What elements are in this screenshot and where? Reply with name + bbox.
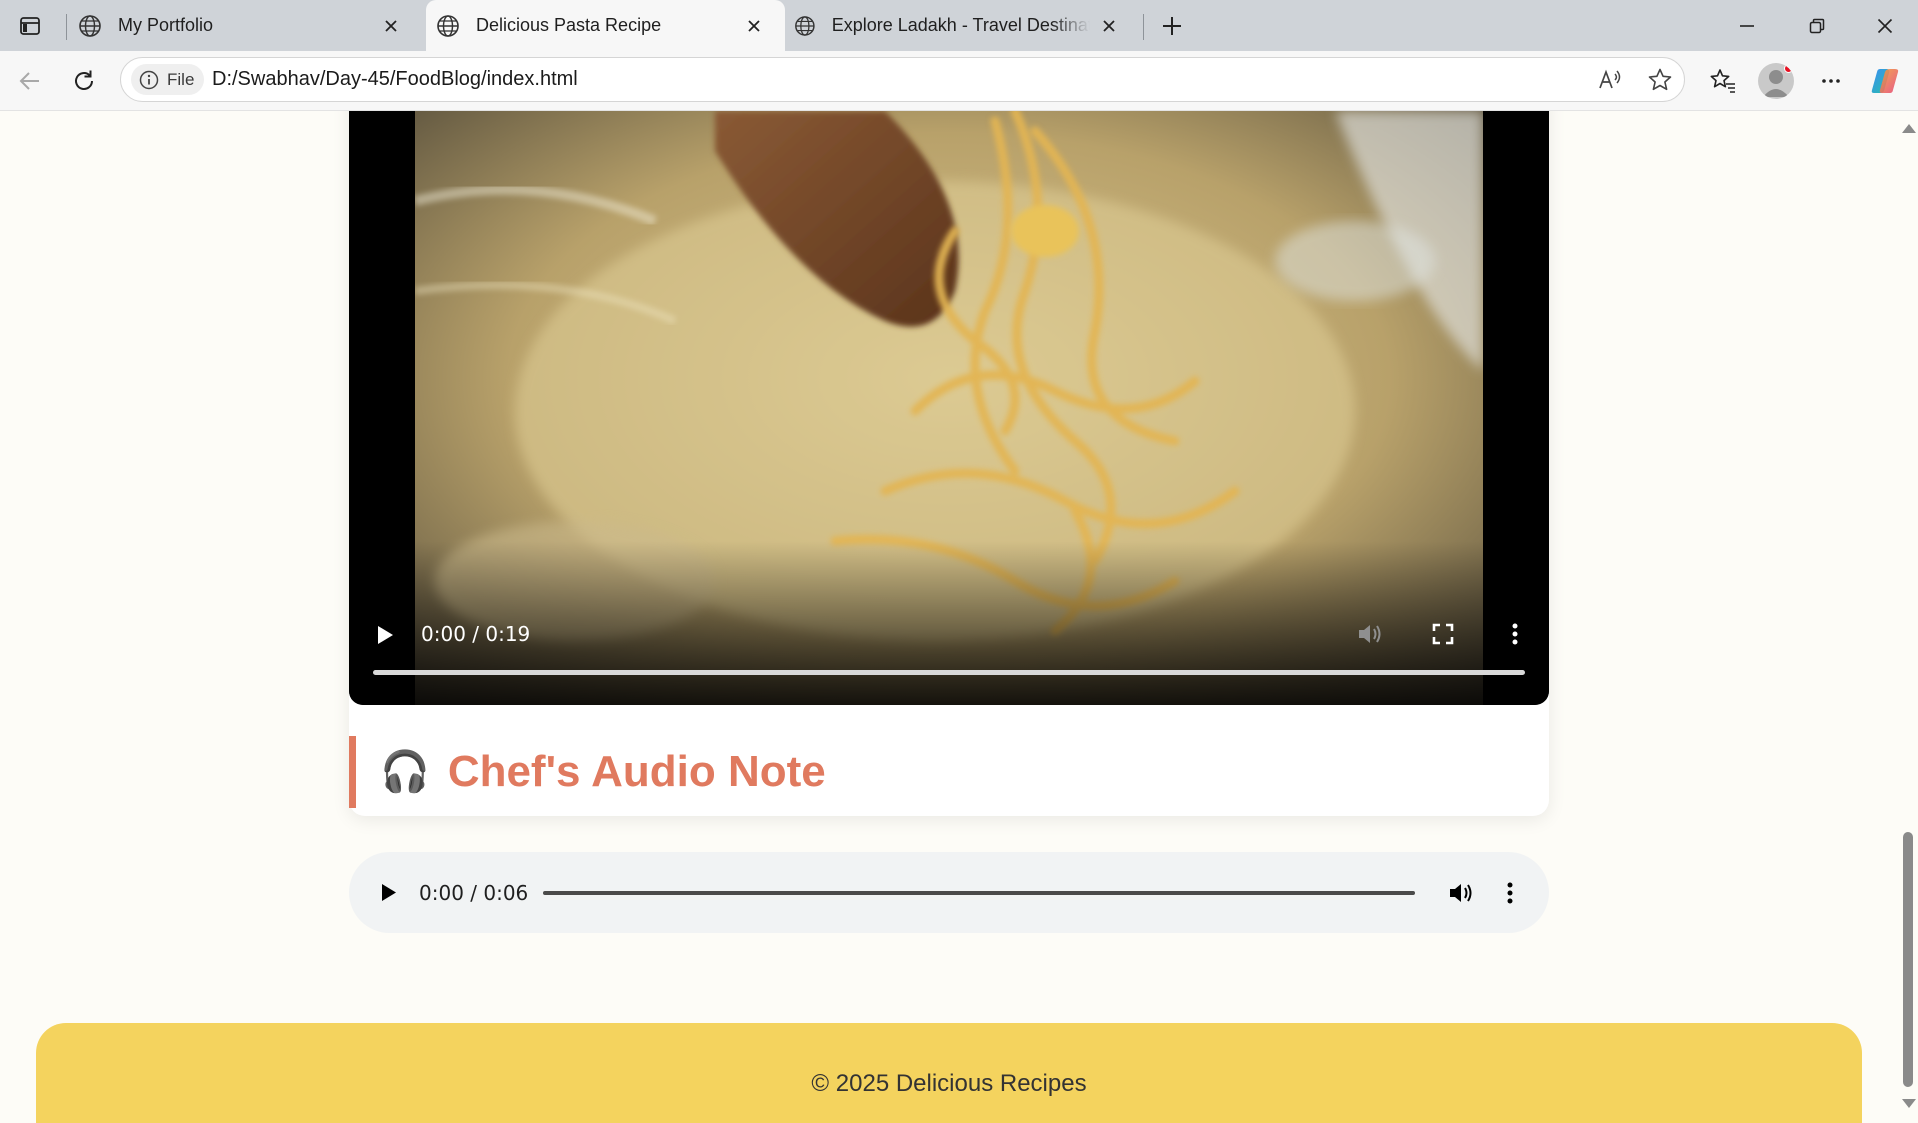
copilot-icon[interactable] <box>1867 63 1903 99</box>
refresh-icon[interactable] <box>66 63 102 99</box>
audio-progress-bar[interactable] <box>543 891 1415 895</box>
audio-heading-text: Chef's Audio Note <box>447 747 826 796</box>
more-options-icon[interactable] <box>1813 63 1849 99</box>
url-text[interactable]: D:/Swabhav/Day-45/FoodBlog/index.html <box>212 68 578 91</box>
page-footer: © 2025 Delicious Recipes <box>36 1023 1862 1123</box>
info-icon <box>139 70 159 89</box>
audio-section-heading: 🎧 Chef's Audio Note <box>349 736 826 808</box>
favorite-star-icon[interactable] <box>1646 66 1674 94</box>
video-play-button[interactable] <box>371 621 399 649</box>
scroll-down-arrow-icon[interactable] <box>1902 1099 1916 1108</box>
fullscreen-icon[interactable] <box>1428 619 1458 649</box>
footer-copyright: © 2025 Delicious Recipes <box>811 1070 1087 1097</box>
back-arrow-icon[interactable] <box>12 63 48 99</box>
scheme-label: File <box>167 69 195 89</box>
browser-toolbar: File D:/Swabhav/Day-45/FoodBlog/index.ht… <box>0 51 1918 111</box>
video-time: 0:00 / 0:19 <box>421 622 531 646</box>
profile-avatar[interactable] <box>1758 63 1794 99</box>
tab-divider <box>1143 14 1144 40</box>
page-viewport: 0:00 / 0:19 🎧 Chef's Audio Note 0:00 / 0… <box>0 111 1897 1123</box>
globe-icon <box>795 15 815 36</box>
video-progress-bar[interactable] <box>373 670 1525 675</box>
restore-icon[interactable] <box>1800 10 1834 42</box>
close-icon[interactable] <box>741 13 767 39</box>
tab-title: Explore Ladakh - Travel Destination <box>831 15 1090 35</box>
video-overflow-menu-icon[interactable] <box>1500 619 1530 649</box>
tab-actions-icon[interactable] <box>14 10 46 42</box>
headphones-icon: 🎧 <box>380 750 430 794</box>
tab-explore-ladakh[interactable]: Explore Ladakh - Travel Destination <box>792 0 1140 51</box>
scrollbar-thumb[interactable] <box>1903 832 1913 1087</box>
tab-strip: My Portfolio Delicious Pasta Recipe Expl… <box>0 0 1918 51</box>
close-window-icon[interactable] <box>1868 10 1902 42</box>
audio-time: 0:00 / 0:06 <box>419 881 529 905</box>
tab-my-portfolio[interactable]: My Portfolio <box>74 0 422 51</box>
audio-play-button[interactable] <box>375 878 403 906</box>
favorites-icon[interactable] <box>1705 63 1741 99</box>
address-bar[interactable]: File D:/Swabhav/Day-45/FoodBlog/index.ht… <box>120 57 1685 102</box>
video-mute-icon[interactable] <box>1355 619 1385 649</box>
video-player[interactable]: 0:00 / 0:19 <box>349 111 1549 705</box>
audio-volume-icon[interactable] <box>1446 878 1476 908</box>
notification-dot <box>1784 64 1793 73</box>
tab-title: Delicious Pasta Recipe <box>476 15 662 35</box>
close-icon[interactable] <box>378 13 404 39</box>
audio-player[interactable]: 0:00 / 0:06 <box>349 852 1549 933</box>
tab-title: My Portfolio <box>118 15 214 35</box>
globe-icon <box>437 14 459 37</box>
new-tab-icon[interactable] <box>1156 10 1188 42</box>
page-scrollbar[interactable] <box>1897 111 1918 1123</box>
globe-icon <box>79 14 101 37</box>
scroll-up-arrow-icon[interactable] <box>1902 124 1916 133</box>
site-info-chip[interactable]: File <box>131 64 205 95</box>
tab-delicious-pasta-recipe[interactable]: Delicious Pasta Recipe <box>426 0 785 51</box>
close-icon[interactable] <box>1096 13 1122 39</box>
minimize-icon[interactable] <box>1730 10 1764 42</box>
tab-divider <box>66 14 67 40</box>
read-aloud-icon[interactable] <box>1596 66 1624 94</box>
audio-overflow-menu-icon[interactable] <box>1495 878 1525 908</box>
